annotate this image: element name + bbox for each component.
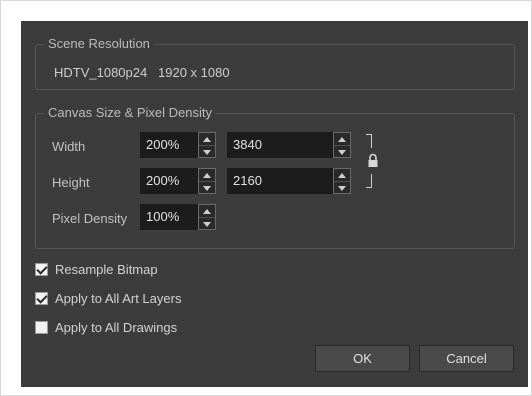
up-arrow-icon <box>338 136 346 142</box>
apply-all-drawings-checkbox[interactable] <box>35 320 48 334</box>
height-value-up[interactable] <box>334 169 350 181</box>
up-arrow-icon <box>338 172 346 178</box>
height-value-field[interactable]: 2160 <box>227 168 333 194</box>
screenshot-frame: Scene Resolution HDTV_1080p24 1920 x 108… <box>0 0 532 396</box>
height-percent-down[interactable] <box>199 181 215 194</box>
width-value-up[interactable] <box>334 133 350 145</box>
width-value-down[interactable] <box>334 145 350 158</box>
apply-all-drawings-option[interactable]: Apply to All Drawings <box>35 318 177 336</box>
ok-button[interactable]: OK <box>315 345 410 372</box>
up-arrow-icon <box>203 136 211 142</box>
resample-bitmap-checkbox[interactable] <box>35 262 48 276</box>
resample-bitmap-option[interactable]: Resample Bitmap <box>35 260 158 278</box>
width-percent-down[interactable] <box>199 145 215 158</box>
up-arrow-icon <box>203 208 211 214</box>
canvas-resize-dialog: Scene Resolution HDTV_1080p24 1920 x 108… <box>21 21 528 387</box>
cancel-button[interactable]: Cancel <box>419 345 514 372</box>
pixel-density-down[interactable] <box>199 217 215 230</box>
pixel-density-up[interactable] <box>199 205 215 217</box>
width-percent-stepper[interactable] <box>198 132 216 158</box>
width-value-field[interactable]: 3840 <box>227 132 333 158</box>
scene-resolution-preset: HDTV_1080p24 <box>54 65 148 80</box>
apply-all-art-layers-label[interactable]: Apply to All Art Layers <box>55 291 181 306</box>
canvas-size-title: Canvas Size & Pixel Density <box>44 105 217 121</box>
down-arrow-icon <box>203 149 211 155</box>
width-label: Width <box>52 139 86 154</box>
scene-resolution-title: Scene Resolution <box>44 36 154 52</box>
down-arrow-icon <box>338 185 346 191</box>
pixel-density-label: Pixel Density <box>52 211 128 226</box>
lock-icon[interactable] <box>367 153 379 169</box>
aspect-link-bracket-top <box>366 134 372 148</box>
apply-all-art-layers-option[interactable]: Apply to All Art Layers <box>35 289 181 307</box>
height-label: Height <box>52 175 90 190</box>
resample-bitmap-label[interactable]: Resample Bitmap <box>55 262 158 277</box>
up-arrow-icon <box>203 172 211 178</box>
width-value-stepper[interactable] <box>333 132 351 158</box>
height-percent-up[interactable] <box>199 169 215 181</box>
pixel-density-stepper[interactable] <box>198 204 216 230</box>
apply-all-drawings-label[interactable]: Apply to All Drawings <box>55 320 177 335</box>
down-arrow-icon <box>203 221 211 227</box>
height-value-stepper[interactable] <box>333 168 351 194</box>
height-percent-stepper[interactable] <box>198 168 216 194</box>
down-arrow-icon <box>203 185 211 191</box>
width-percent-up[interactable] <box>199 133 215 145</box>
height-percent-field[interactable]: 200% <box>140 168 198 194</box>
height-value-down[interactable] <box>334 181 350 194</box>
apply-all-art-layers-checkbox[interactable] <box>35 291 48 305</box>
scene-resolution-group: Scene Resolution HDTV_1080p24 1920 x 108… <box>35 36 515 90</box>
scene-resolution-dimensions: 1920 x 1080 <box>158 65 230 80</box>
pixel-density-field[interactable]: 100% <box>140 204 198 230</box>
canvas-size-group: Canvas Size & Pixel Density Width 200% 3… <box>35 105 515 249</box>
width-percent-field[interactable]: 200% <box>140 132 198 158</box>
aspect-link-bracket-bottom <box>366 174 372 188</box>
down-arrow-icon <box>338 149 346 155</box>
